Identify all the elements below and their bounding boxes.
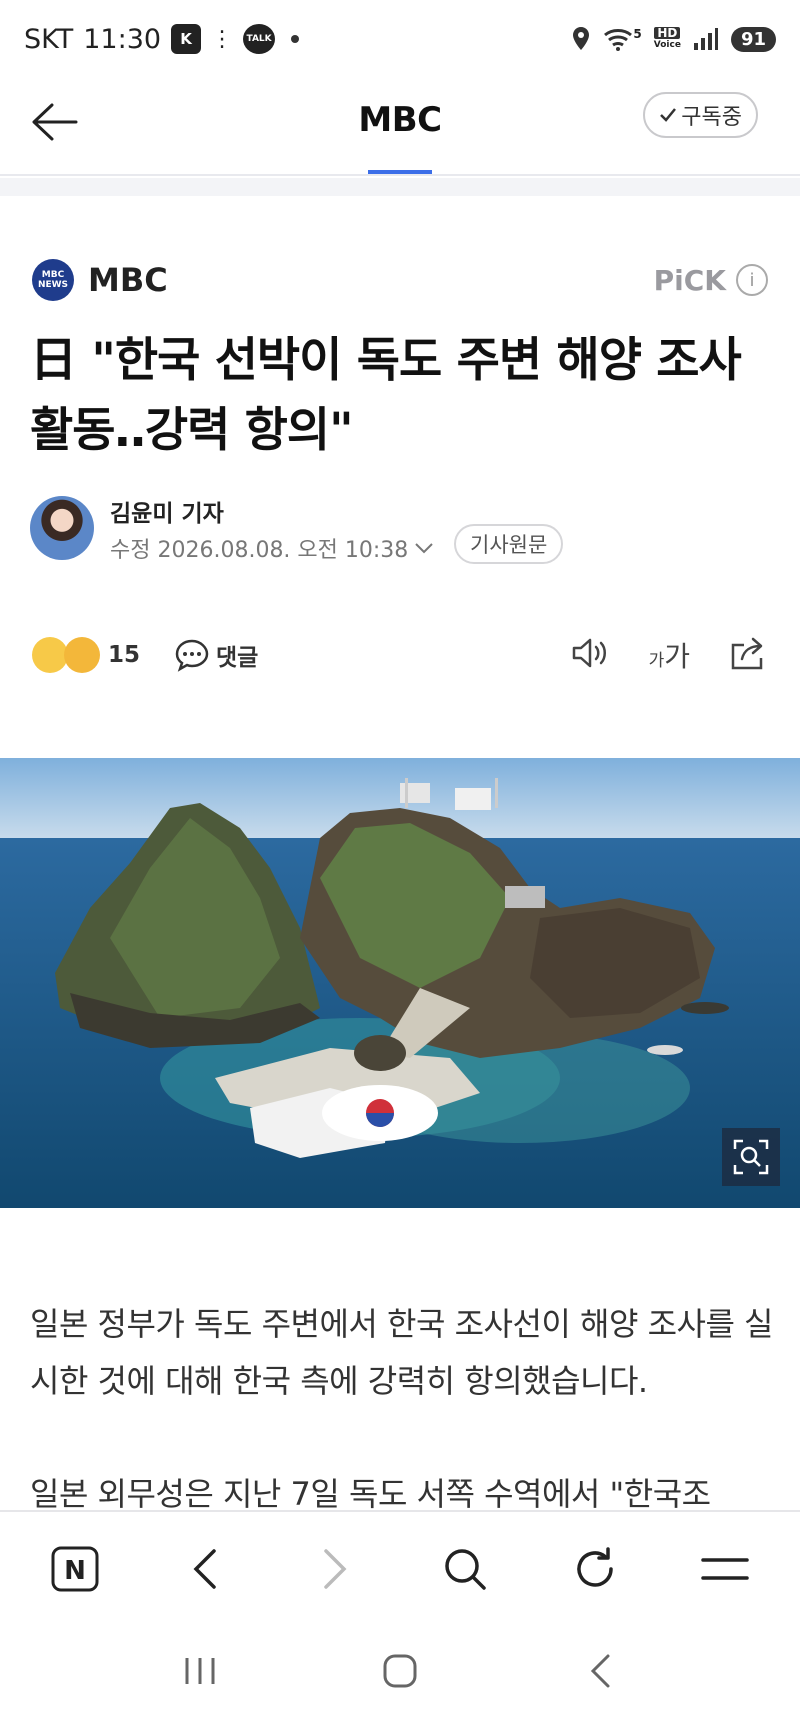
article-headline: 日 "한국 선박이 독도 주변 해양 조사 활동‥강력 항의" [30, 333, 742, 458]
check-icon [660, 108, 677, 122]
chevron-left-icon [193, 1549, 216, 1589]
island-photo [0, 758, 800, 1208]
back-chevron-icon [590, 1654, 610, 1688]
comment-label: 댓글 [216, 645, 259, 671]
article-tools: 가가 [571, 635, 768, 675]
author-name[interactable]: 김윤미 기자 [110, 494, 224, 528]
notification-footprint-icon: ⋮ [211, 26, 234, 52]
image-zoom-button[interactable] [722, 1128, 780, 1186]
recent-apps-icon [185, 1658, 215, 1684]
wifi-icon: 5 [603, 27, 642, 51]
date-text: 수정 2026.08.08. 오전 10:38 [110, 538, 409, 563]
article-photo[interactable] [0, 758, 800, 1208]
voice-label: Voice [653, 40, 681, 50]
subscribe-label: 구독중 [681, 105, 742, 130]
comment-bubble-icon [175, 639, 209, 672]
home-button[interactable] [370, 1641, 430, 1701]
refresh-button[interactable] [555, 1529, 635, 1609]
info-icon[interactable]: i [736, 264, 768, 296]
search-button[interactable] [425, 1529, 505, 1609]
font-size-button[interactable]: 가가 [649, 635, 690, 675]
signal-icon [693, 28, 718, 50]
hd-label: HD [654, 27, 681, 39]
read-aloud-button[interactable] [571, 636, 611, 674]
font-small-glyph: 가 [648, 651, 665, 671]
comment-button[interactable]: 댓글 [174, 638, 258, 672]
press-logo[interactable]: MBC NEWS [32, 259, 74, 301]
naver-n-icon: N [51, 1546, 99, 1592]
author-row: 김윤미 기자 수정 2026.08.08. 오전 10:38 기사원문 [30, 494, 770, 568]
menu-button[interactable] [685, 1529, 765, 1609]
font-large-glyph: 가 [664, 640, 690, 673]
publish-date[interactable]: 수정 2026.08.08. 오전 10:38 [110, 532, 434, 564]
system-back-button[interactable] [570, 1641, 630, 1701]
naver-home-button[interactable]: N [35, 1529, 115, 1609]
chevron-right-icon [324, 1549, 347, 1589]
press-name[interactable]: MBC [88, 261, 168, 299]
carrier-label: SKT [24, 23, 74, 55]
notification-app-icon: K [171, 24, 202, 54]
pick-badge[interactable]: PiCK i [654, 264, 768, 297]
press-header: MBC NEWS MBC PiCK i [32, 258, 768, 302]
refresh-icon [577, 1547, 613, 1587]
original-article-button[interactable]: 기사원문 [454, 524, 564, 564]
speaker-icon [572, 638, 606, 668]
browser-forward-button[interactable] [295, 1529, 375, 1609]
pick-label: PiCK [653, 263, 726, 297]
more-notifications-dot [291, 35, 300, 43]
subscribe-button[interactable]: 구독중 [643, 92, 758, 138]
status-bar: SKT 11:30 K ⋮ TALK 5 HD Voice 91 [0, 0, 800, 78]
hd-voice-icon: HD Voice [654, 27, 681, 51]
system-navigation-bar [0, 1626, 800, 1716]
svg-text:N: N [64, 1556, 86, 1586]
article-paragraph: 일본 정부가 독도 주변에서 한국 조사선이 해양 조사를 실시한 것에 대해 … [30, 1305, 774, 1400]
share-icon [731, 637, 763, 670]
share-button[interactable] [728, 635, 768, 675]
browser-back-button[interactable] [165, 1529, 245, 1609]
reaction-button[interactable]: 15 [32, 637, 140, 673]
magnify-icon [733, 1139, 769, 1175]
top-navigation: MBC 구독중 [0, 78, 800, 176]
press-logo-top: MBC [41, 270, 65, 280]
smile-emoji-icon [64, 637, 100, 673]
network-type: 5 [633, 27, 642, 41]
search-icon [445, 1549, 486, 1590]
thumbs-up-icon [32, 637, 68, 673]
author-avatar[interactable] [30, 496, 94, 560]
active-tab-indicator [368, 170, 432, 174]
battery-indicator: 91 [730, 26, 776, 52]
article-actions: 15 댓글 가가 [32, 630, 768, 680]
recent-apps-button[interactable] [170, 1641, 230, 1701]
status-bar-left: SKT 11:30 K ⋮ TALK [24, 23, 300, 55]
press-logo-bottom: NEWS [37, 280, 69, 290]
clock: 11:30 [83, 23, 162, 55]
location-icon [573, 27, 590, 50]
hamburger-menu-icon [701, 1558, 749, 1580]
reaction-count: 15 [108, 642, 141, 668]
status-bar-right: 5 HD Voice 91 [571, 26, 776, 52]
section-divider [0, 178, 800, 196]
kakaotalk-icon: TALK [243, 24, 276, 54]
home-icon [383, 1654, 417, 1688]
chevron-down-icon [415, 543, 434, 554]
browser-toolbar: N [0, 1510, 800, 1626]
